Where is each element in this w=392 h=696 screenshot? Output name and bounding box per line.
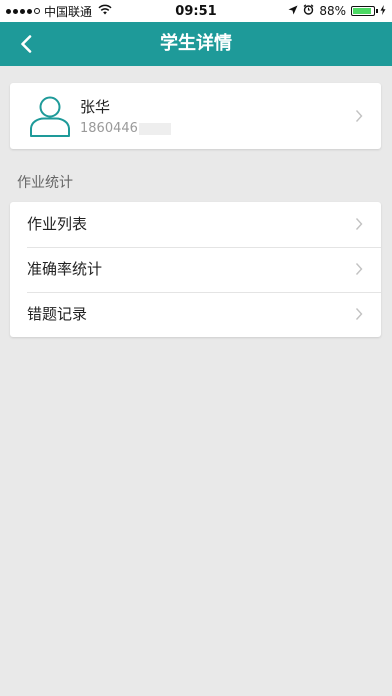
student-phone: 1860446 — [80, 121, 171, 136]
chevron-right-icon — [355, 263, 363, 275]
chevron-right-icon — [355, 218, 363, 230]
homework-stats-menu: 作业列表 准确率统计 错题记录 — [10, 202, 381, 337]
menu-item-label: 作业列表 — [27, 215, 88, 233]
avatar — [28, 94, 72, 138]
status-time: 09:51 — [175, 3, 217, 19]
charging-icon — [380, 4, 386, 18]
status-bar-left: 中国联通 — [0, 3, 112, 20]
menu-item-label: 错题记录 — [27, 305, 88, 323]
chevron-right-icon — [355, 110, 363, 122]
menu-item-mistake-records[interactable]: 错题记录 — [10, 292, 381, 337]
phone-redaction-mask — [138, 122, 171, 135]
user-outline-icon — [30, 96, 70, 137]
student-profile-card[interactable]: 张华 1860446 — [10, 83, 381, 149]
back-button[interactable] — [10, 28, 42, 60]
chevron-right-icon — [355, 308, 363, 320]
wifi-icon — [98, 4, 112, 18]
signal-strength-indicator — [6, 8, 40, 14]
navigation-bar: 学生详情 — [0, 22, 392, 66]
carrier-name: 中国联通 — [44, 4, 93, 19]
menu-item-label: 准确率统计 — [27, 260, 103, 278]
status-bar-right: 88% — [288, 4, 392, 18]
student-name: 张华 — [80, 98, 111, 116]
back-chevron-icon — [21, 35, 32, 53]
student-phone-number: 1860446 — [80, 121, 138, 136]
battery-fill — [353, 8, 371, 14]
page-title: 学生详情 — [160, 33, 232, 54]
battery-percent: 88% — [319, 4, 346, 18]
menu-item-homework-list[interactable]: 作业列表 — [10, 202, 381, 247]
battery-icon — [351, 6, 378, 16]
section-title-homework-stats: 作业统计 — [17, 175, 73, 191]
menu-item-accuracy-stats[interactable]: 准确率统计 — [10, 247, 381, 292]
location-arrow-icon — [288, 4, 298, 18]
status-bar: 中国联通 09:51 88% — [0, 0, 392, 22]
alarm-icon — [303, 4, 314, 18]
